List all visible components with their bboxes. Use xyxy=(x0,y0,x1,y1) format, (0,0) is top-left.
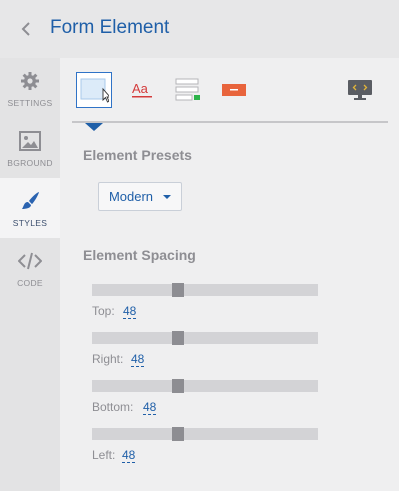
slider-thumb[interactable] xyxy=(172,283,184,297)
left-spacing-value[interactable]: 48 xyxy=(122,448,136,463)
top-spacing-value[interactable]: 48 xyxy=(123,304,137,319)
box-layout-tool[interactable] xyxy=(76,72,112,108)
slider-thumb[interactable] xyxy=(172,379,184,393)
sidebar-item-label: BGROUND xyxy=(7,158,53,168)
monitor-code-icon xyxy=(348,80,372,100)
top-spacing-slider[interactable] xyxy=(92,283,318,297)
svg-text:Aa: Aa xyxy=(132,81,149,96)
brush-icon xyxy=(22,192,39,209)
caret-down-icon xyxy=(163,194,172,199)
button-icon xyxy=(222,84,246,96)
sidebar-item-label: CODE xyxy=(17,278,43,288)
button-style-tool[interactable] xyxy=(218,72,250,108)
text-style-icon: Aa xyxy=(132,81,152,98)
presets-title: Element Presets xyxy=(83,147,192,163)
slider-thumb[interactable] xyxy=(172,427,184,441)
sidebar-item-label: SETTINGS xyxy=(7,98,53,108)
right-spacing-label: Right: xyxy=(92,352,124,366)
bottom-spacing-value[interactable]: 48 xyxy=(143,400,157,415)
sidebar-item-label: STYLES xyxy=(12,218,48,228)
bottom-spacing-slider[interactable] xyxy=(92,379,318,393)
page-title: Form Element xyxy=(50,17,170,38)
chevron-left-icon xyxy=(21,22,30,36)
sidebar-item-styles[interactable]: STYLES xyxy=(0,178,60,238)
code-icon xyxy=(18,252,42,270)
top-spacing-label: Top: xyxy=(92,304,115,318)
slider-thumb[interactable] xyxy=(172,331,184,345)
preset-dropdown[interactable]: Modern xyxy=(98,182,182,211)
main-panel: Aa Element Presets Modern Element Spacin… xyxy=(60,58,399,491)
sidebar-item-settings[interactable]: SETTINGS xyxy=(0,58,60,118)
left-spacing-label: Left: xyxy=(92,448,116,462)
spacing-title: Element Spacing xyxy=(83,247,196,263)
back-button[interactable] xyxy=(14,14,38,44)
preset-selected-value: Modern xyxy=(108,189,154,204)
box-select-icon xyxy=(80,78,109,103)
preview-tool[interactable] xyxy=(344,72,376,108)
right-spacing-value[interactable]: 48 xyxy=(131,352,145,367)
toolbar-divider xyxy=(72,121,388,123)
form-fields-tool[interactable] xyxy=(172,72,204,108)
typography-tool[interactable]: Aa xyxy=(128,72,158,108)
gear-icon xyxy=(21,72,39,90)
sidebar-item-bground[interactable]: BGROUND xyxy=(0,118,60,178)
image-icon xyxy=(19,131,41,151)
bottom-spacing-label: Bottom: xyxy=(92,400,134,414)
sidebar-item-code[interactable]: CODE xyxy=(0,238,60,298)
header: Form Element xyxy=(0,0,399,58)
left-spacing-slider[interactable] xyxy=(92,427,318,441)
form-fields-icon xyxy=(175,78,200,101)
right-spacing-slider[interactable] xyxy=(92,331,318,345)
active-tool-pointer xyxy=(85,123,103,131)
sidebar: SETTINGS BGROUND STYLES CODE xyxy=(0,58,60,491)
